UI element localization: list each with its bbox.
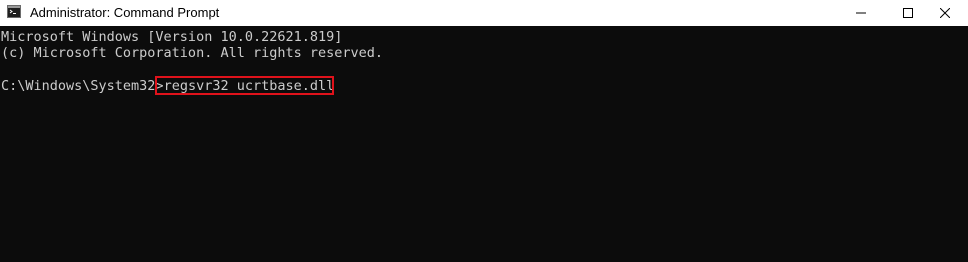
console-prompt: C:\Windows\System32> [1, 78, 164, 94]
command-prompt-window: Administrator: Command Prompt Microsoft … [0, 0, 968, 262]
minimize-button[interactable] [838, 0, 884, 26]
console-output-area[interactable]: Microsoft Windows [Version 10.0.22621.81… [0, 26, 968, 262]
title-bar[interactable]: Administrator: Command Prompt [0, 0, 968, 26]
console-line-copyright: (c) Microsoft Corporation. All rights re… [1, 45, 384, 61]
cmd-app-icon[interactable] [7, 5, 21, 18]
command-highlight-box [155, 76, 334, 95]
close-button[interactable] [922, 0, 968, 26]
maximize-icon [903, 8, 913, 18]
close-icon [940, 8, 950, 18]
minimize-icon [856, 12, 866, 14]
window-title: Administrator: Command Prompt [30, 5, 220, 20]
